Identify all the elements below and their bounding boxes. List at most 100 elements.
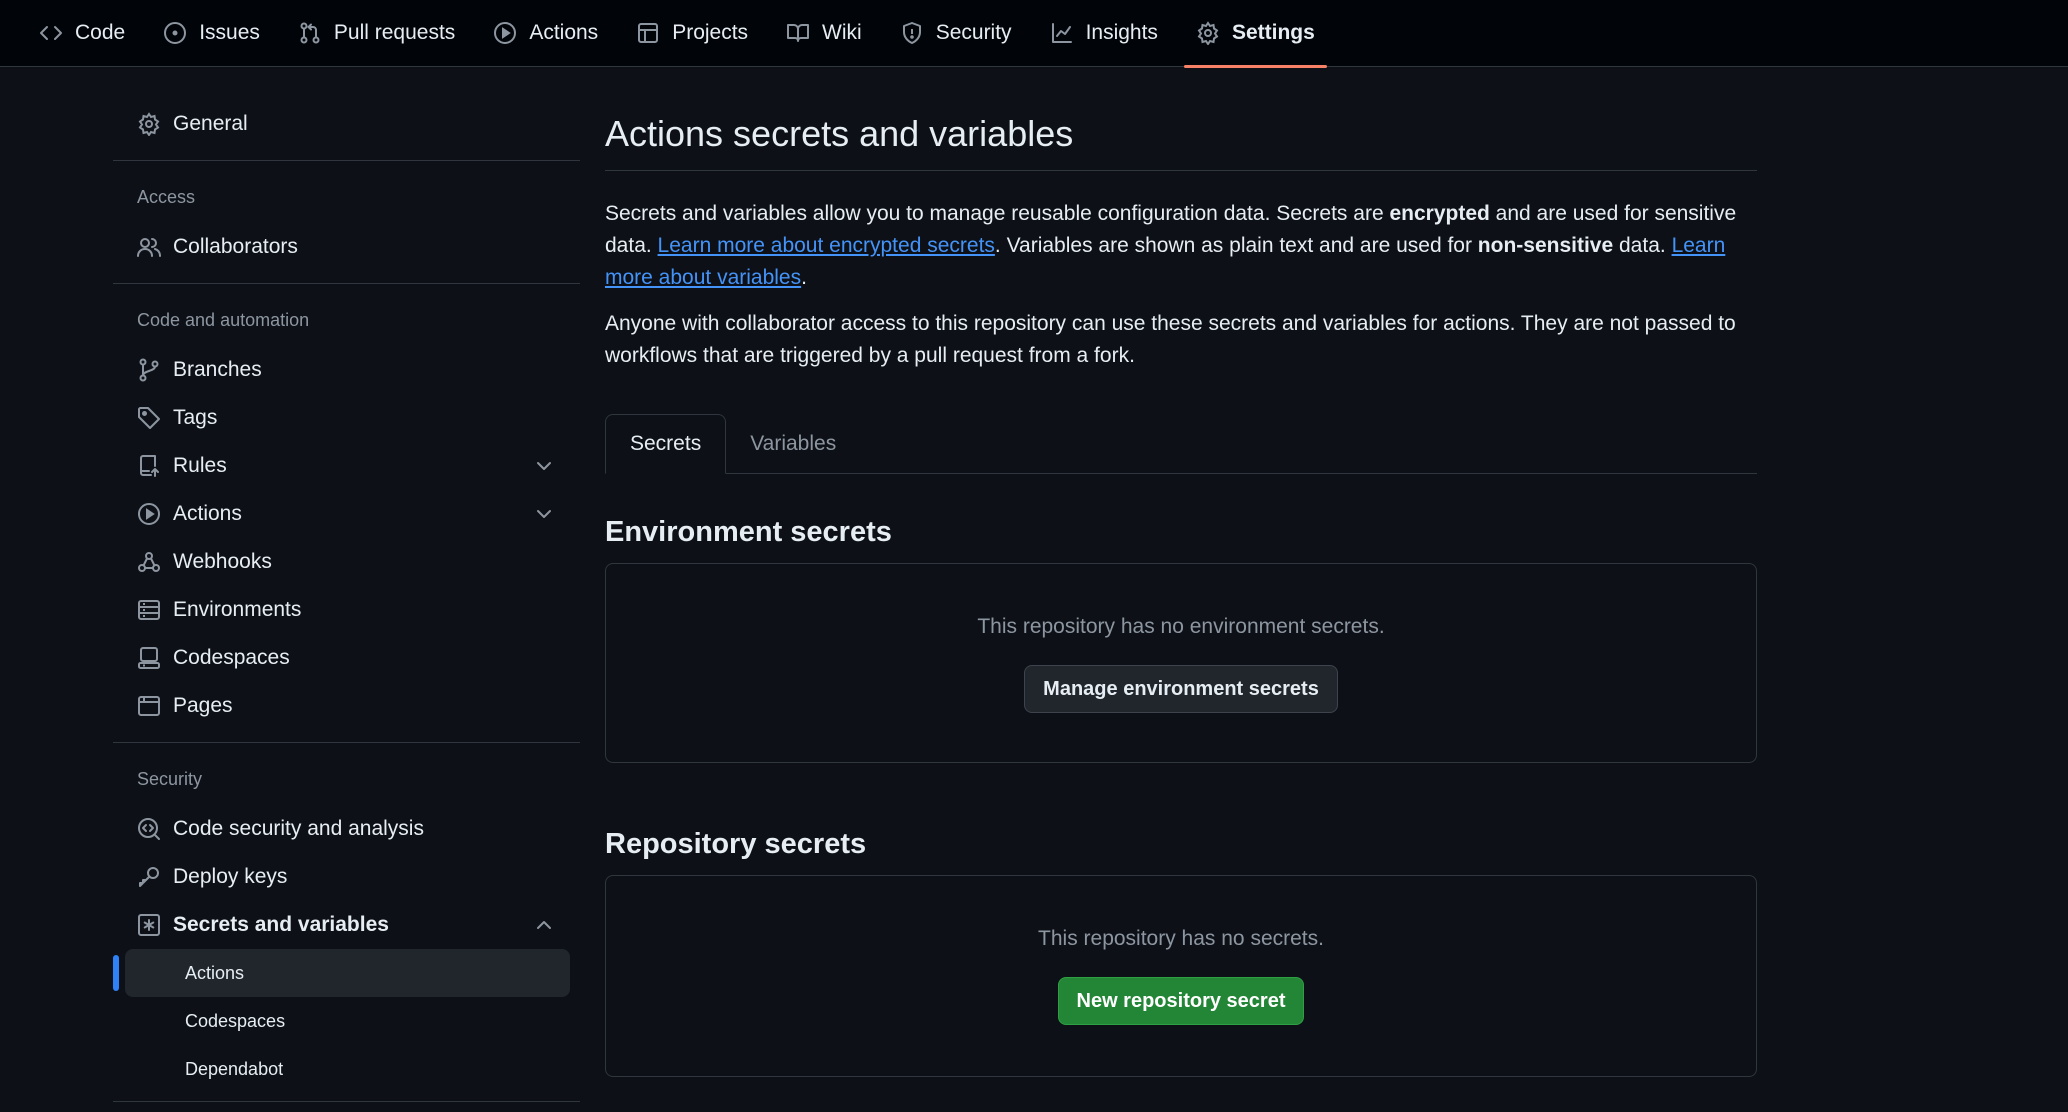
sidebar-heading-access: Access <box>137 186 196 207</box>
code-icon <box>39 21 63 45</box>
chevron-down-icon[interactable] <box>532 454 556 478</box>
desc-text: Secrets and variables allow you to manag… <box>605 202 1390 225</box>
sidebar-heading-code-automation: Code and automation <box>137 309 310 330</box>
tab-security[interactable]: Security <box>888 0 1024 67</box>
sidebar-heading-security: Security <box>137 768 203 789</box>
sidebar-item-label: Tags <box>173 406 218 429</box>
tab-issues[interactable]: Issues <box>151 0 272 67</box>
sidebar-subitem-label: Dependabot <box>185 1058 284 1079</box>
key-icon <box>137 865 161 889</box>
sidebar-subitem-label: Actions <box>185 962 245 983</box>
tab-issues-label: Issues <box>199 21 260 44</box>
tab-security-label: Security <box>935 21 1012 44</box>
repository-secrets-title: Repository secrets <box>605 828 867 860</box>
issue-opened-icon <box>163 21 187 45</box>
tab-code[interactable]: Code <box>27 0 137 67</box>
settings-sidebar: General Access Collaborators Code and au… <box>113 100 580 1112</box>
chevron-down-icon[interactable] <box>532 502 556 526</box>
tab-wiki-label: Wiki <box>822 21 862 44</box>
tab-pull-requests-label: Pull requests <box>333 21 456 44</box>
git-pull-request-icon <box>298 21 322 45</box>
sidebar-item-label: General <box>173 112 248 135</box>
main-content: Actions secrets and variables Secrets an… <box>605 100 1757 1077</box>
sidebar-item-label: Webhooks <box>173 550 272 573</box>
sidebar-item-actions[interactable]: Actions <box>113 490 580 538</box>
tag-icon <box>137 406 161 430</box>
desc-text: . Variables are shown as plain text and … <box>994 234 1478 257</box>
desc-text: data. <box>1613 234 1672 257</box>
chevron-up-icon[interactable] <box>532 913 556 937</box>
repository-secrets-box: This repository has no secrets. New repo… <box>605 875 1757 1077</box>
sidebar-subitem-dependabot[interactable]: Dependabot <box>125 1045 570 1093</box>
shield-icon <box>900 21 924 45</box>
environment-secrets-title: Environment secrets <box>605 516 892 548</box>
sidebar-item-label: Rules <box>173 454 227 477</box>
codespaces-icon <box>137 646 161 670</box>
tab-pull-requests[interactable]: Pull requests <box>286 0 467 67</box>
sidebar-item-label: Collaborators <box>173 235 298 258</box>
webhook-icon <box>137 550 161 574</box>
sidebar-item-label: Secrets and variables <box>173 913 389 936</box>
tab-projects-label: Projects <box>672 21 749 44</box>
environment-secrets-box: This repository has no environment secre… <box>605 563 1757 763</box>
tab-insights[interactable]: Insights <box>1038 0 1170 67</box>
tab-settings-label: Settings <box>1231 21 1315 44</box>
sidebar-subitem-codespaces[interactable]: Codespaces <box>125 997 570 1045</box>
sidebar-subitem-label: Codespaces <box>185 1010 286 1031</box>
desc-bold-non-sensitive: non-sensitive <box>1477 234 1614 257</box>
sidebar-item-label: Branches <box>173 358 262 381</box>
sidebar-item-label: Code security and analysis <box>173 817 424 840</box>
sidebar-item-branches[interactable]: Branches <box>113 346 580 394</box>
table-icon <box>636 21 660 45</box>
sidebar-divider <box>113 1101 580 1102</box>
sidebar-item-codespaces[interactable]: Codespaces <box>113 634 580 682</box>
page-title: Actions secrets and variables <box>605 100 1757 171</box>
sidebar-item-label: Deploy keys <box>173 865 288 888</box>
new-repository-secret-button[interactable]: New repository secret <box>1057 977 1305 1025</box>
environment-secrets-empty: This repository has no environment secre… <box>977 615 1385 638</box>
tab-actions[interactable]: Actions <box>481 0 610 67</box>
desc-bold-encrypted: encrypted <box>1389 202 1490 225</box>
gear-icon <box>1196 21 1220 45</box>
server-icon <box>137 598 161 622</box>
play-icon <box>137 502 161 526</box>
learn-more-secrets-link[interactable]: Learn more about encrypted secrets <box>658 234 995 257</box>
tab-wiki[interactable]: Wiki <box>774 0 874 67</box>
sidebar-item-label: Environments <box>173 598 302 621</box>
tab-insights-label: Insights <box>1085 21 1158 44</box>
sidebar-divider <box>113 283 580 284</box>
key-asterisk-icon <box>137 913 161 937</box>
sidebar-item-webhooks[interactable]: Webhooks <box>113 538 580 586</box>
tab-code-label: Code <box>75 21 126 44</box>
sidebar-divider <box>113 160 580 161</box>
tab-secrets[interactable]: Secrets <box>605 414 727 474</box>
browser-icon <box>137 694 161 718</box>
sidebar-item-tags[interactable]: Tags <box>113 394 580 442</box>
sidebar-item-secrets-variables[interactable]: Secrets and variables <box>113 901 580 949</box>
repo-push-icon <box>137 454 161 478</box>
sidebar-item-environments[interactable]: Environments <box>113 586 580 634</box>
book-icon <box>786 21 810 45</box>
tab-actions-label: Actions <box>529 21 599 44</box>
sidebar-item-deploy-keys[interactable]: Deploy keys <box>113 853 580 901</box>
manage-environment-secrets-button[interactable]: Manage environment secrets <box>1024 665 1338 713</box>
play-icon <box>493 21 517 45</box>
repository-secrets-empty: This repository has no secrets. <box>1038 927 1324 950</box>
desc-text: . <box>801 266 807 289</box>
people-icon <box>137 235 161 259</box>
sidebar-item-general[interactable]: General <box>113 100 580 148</box>
sidebar-item-pages[interactable]: Pages <box>113 682 580 730</box>
sidebar-subitem-actions[interactable]: Actions <box>113 949 570 997</box>
sidebar-item-collaborators[interactable]: Collaborators <box>113 223 580 271</box>
sidebar-divider <box>113 742 580 743</box>
tab-variables[interactable]: Variables <box>726 414 860 473</box>
sidebar-item-label: Pages <box>173 694 233 717</box>
tab-settings[interactable]: Settings <box>1183 0 1327 68</box>
git-branch-icon <box>137 358 161 382</box>
sidebar-item-label: Codespaces <box>173 646 290 669</box>
graph-icon <box>1050 21 1074 45</box>
sidebar-item-code-security[interactable]: Code security and analysis <box>113 805 580 853</box>
tab-projects[interactable]: Projects <box>624 0 760 67</box>
sidebar-item-rules[interactable]: Rules <box>113 442 580 490</box>
codescan-icon <box>137 817 161 841</box>
